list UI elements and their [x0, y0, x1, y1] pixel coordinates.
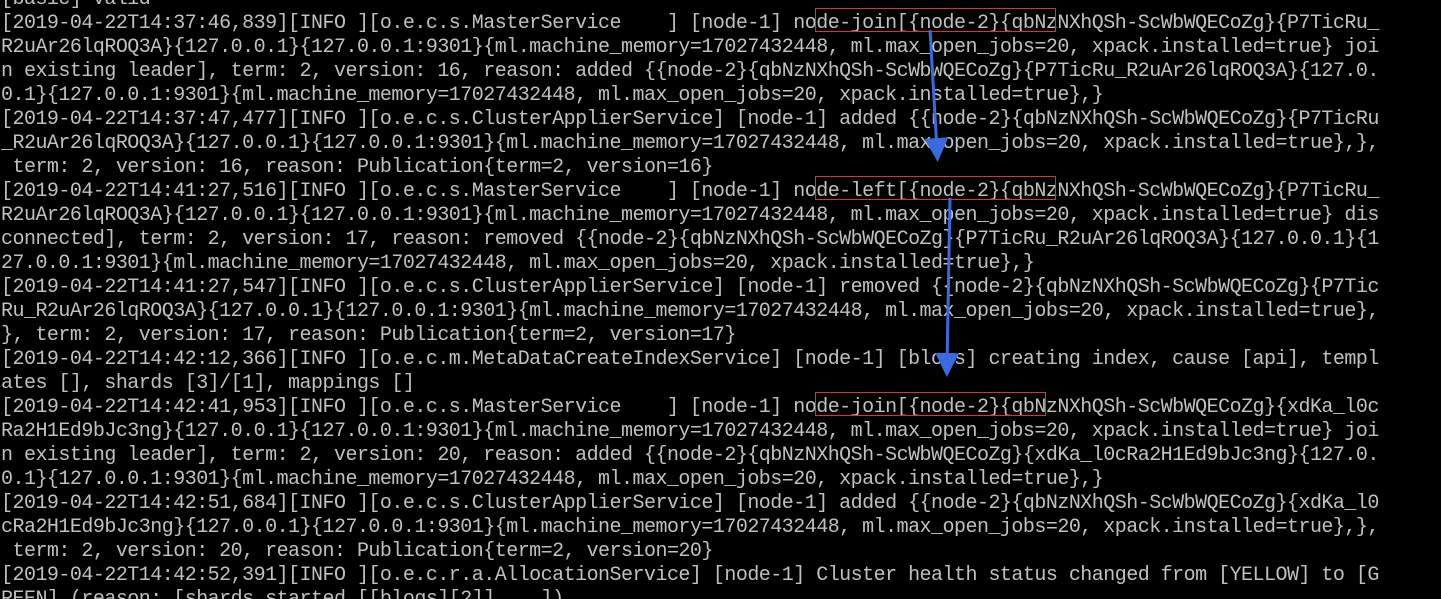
- log-line: [2019-04-22T14:41:27,547][INFO ][o.e.c.s…: [1, 276, 1379, 299]
- log-line: 27.0.0.1:9301}{ml.machine_memory=1702743…: [1, 252, 1035, 275]
- log-line: [2019-04-22T14:37:47,477][INFO ][o.e.c.s…: [1, 108, 1379, 131]
- log-line: 0.1}{127.0.0.1:9301}{ml.machine_memory=1…: [1, 84, 1104, 107]
- terminal-window[interactable]: [basic] valid [2019-04-22T14:37:46,839][…: [0, 0, 1441, 599]
- log-line: [2019-04-22T14:42:12,366][INFO ][o.e.c.m…: [1, 348, 1379, 371]
- log-line: _R2uAr26lqROQ3A}{127.0.0.1}{127.0.0.1:93…: [1, 132, 1379, 155]
- log-line: cRa2H1Ed9bJc3ng}{127.0.0.1}{127.0.0.1:93…: [1, 516, 1379, 539]
- log-line: R2uAr26lqROQ3A}{127.0.0.1}{127.0.0.1:930…: [1, 204, 1379, 227]
- log-line: term: 2, version: 16, reason: Publicatio…: [1, 156, 713, 179]
- log-line: [2019-04-22T14:42:52,391][INFO ][o.e.c.r…: [1, 564, 1379, 587]
- log-line: Ru_R2uAr26lqROQ3A}{127.0.0.1}{127.0.0.1:…: [1, 300, 1379, 323]
- log-line: term: 2, version: 20, reason: Publicatio…: [1, 540, 713, 563]
- log-line: ates [], shards [3]/[1], mappings []: [1, 372, 415, 395]
- log-line: [2019-04-22T14:42:51,684][INFO ][o.e.c.s…: [1, 492, 1379, 515]
- log-line: 0.1}{127.0.0.1:9301}{ml.machine_memory=1…: [1, 468, 1104, 491]
- log-line: [2019-04-22T14:42:41,953][INFO ][o.e.c.s…: [1, 396, 1379, 419]
- log-line: }, term: 2, version: 17, reason: Publica…: [1, 324, 736, 347]
- log-line: Ra2H1Ed9bJc3ng}{127.0.0.1}{127.0.0.1:930…: [1, 420, 1379, 443]
- log-line: n existing leader], term: 2, version: 16…: [1, 60, 1379, 83]
- log-line: [basic] valid: [1, 0, 1441, 12]
- log-output: [basic] valid [2019-04-22T14:37:46,839][…: [1, 0, 1441, 599]
- log-line: REEN] (reason: [shards started [[blogs][…: [1, 588, 1441, 599]
- log-line: [2019-04-22T14:41:27,516][INFO ][o.e.c.s…: [1, 180, 1379, 203]
- log-line: n existing leader], term: 2, version: 20…: [1, 444, 1379, 467]
- log-line: R2uAr26lqROQ3A}{127.0.0.1}{127.0.0.1:930…: [1, 36, 1379, 59]
- log-line: connected], term: 2, version: 17, reason…: [1, 228, 1379, 251]
- log-line: [2019-04-22T14:37:46,839][INFO ][o.e.c.s…: [1, 12, 1379, 35]
